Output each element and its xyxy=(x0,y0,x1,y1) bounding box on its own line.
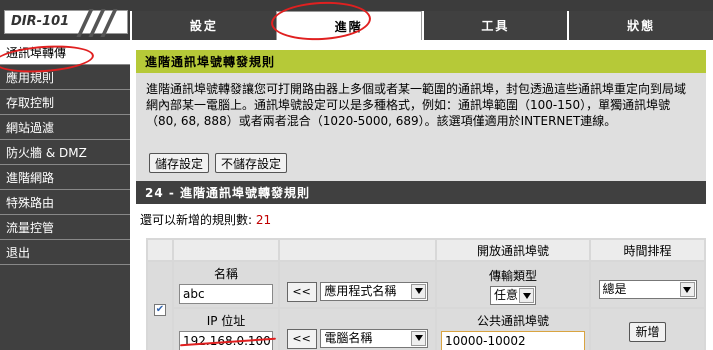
rules-table: 開放通訊埠號 時間排程 ✔ 名稱 abc << 應用程式名稱 傳輸類型 任意 總… xyxy=(146,238,706,350)
copy-app-button[interactable]: << xyxy=(286,281,317,302)
computer-name-select-value: 電腦名稱 xyxy=(324,330,373,345)
tab-label: 狀態 xyxy=(627,19,656,33)
main-tabs: 設定 進階 工具 狀態 xyxy=(130,11,713,40)
tab-label: 設定 xyxy=(189,19,218,33)
tab-setup[interactable]: 設定 xyxy=(130,11,276,40)
enable-cell: ✔ xyxy=(148,262,172,350)
remaining-rules-text: 還可以新增的規則數: 21 xyxy=(136,204,706,235)
public-port-input[interactable]: 10000-10002 xyxy=(441,331,585,350)
rules-list-panel: 24 - 進階通訊埠號轉發規則 還可以新增的規則數: 21 開放通訊埠號 時間排… xyxy=(136,181,706,350)
header-ports: 開放通訊埠號 xyxy=(437,240,589,260)
tab-advanced[interactable]: 進階 xyxy=(275,11,422,40)
description-text: 進階通訊埠號轉發讓您可打開路由器上多個或者某一範圍的通訊埠，封包透過這些通訊埠重… xyxy=(146,82,687,128)
add-button[interactable]: 新增 xyxy=(629,321,666,342)
chevron-down-icon xyxy=(411,330,427,346)
sidebar-item-port-forwarding[interactable]: 通訊埠轉傳 xyxy=(0,40,130,65)
name-label: 名稱 xyxy=(213,267,238,281)
public-port-label: 公共通訊埠號 xyxy=(476,314,549,328)
sidebar-item-access-control[interactable]: 存取控制 xyxy=(0,90,130,115)
app-select-cell: << 應用程式名稱 xyxy=(280,262,435,307)
application-name-select[interactable]: 應用程式名稱 xyxy=(320,281,429,301)
dont-save-button[interactable]: 不儲存設定 xyxy=(215,153,288,173)
protocol-select[interactable]: 任意 xyxy=(490,286,536,305)
table-row: IP 位址 192.168.0.100 << 電腦名稱 公共通訊埠號 10000… xyxy=(148,309,704,350)
enable-checkbox[interactable]: ✔ xyxy=(154,303,166,316)
button-row: 儲存設定 不儲存設定 xyxy=(149,153,288,173)
sidebar-item-website-filter[interactable]: 網站過濾 xyxy=(0,115,130,140)
header-schedule: 時間排程 xyxy=(591,240,704,260)
chevron-down-icon xyxy=(411,283,427,299)
protocol-select-value: 任意 xyxy=(494,288,519,302)
name-cell: 名稱 abc xyxy=(174,262,278,307)
header-cell xyxy=(280,240,435,260)
main-content: 進階通訊埠號轉發規則 進階通訊埠號轉發讓您可打開路由器上多個或者某一範圍的通訊埠… xyxy=(130,40,713,350)
sidebar-item-traffic-control[interactable]: 流量控管 xyxy=(0,215,130,240)
chevron-down-icon xyxy=(679,282,695,297)
top-bar: DIR-101 設定 進階 工具 狀態 xyxy=(0,0,713,40)
protocol-label: 傳輸類型 xyxy=(488,269,537,283)
remaining-rules-label: 還可以新增的規則數: xyxy=(140,213,256,227)
header-cell xyxy=(148,240,172,260)
sidebar-item-firewall-dmz[interactable]: 防火牆 & DMZ xyxy=(0,140,130,165)
application-name-select-value: 應用程式名稱 xyxy=(324,283,397,298)
copy-pc-button[interactable]: << xyxy=(286,328,317,349)
computer-name-select[interactable]: 電腦名稱 xyxy=(320,328,429,348)
name-input[interactable]: abc xyxy=(179,284,273,304)
add-cell: 新增 xyxy=(591,309,704,350)
table-row: ✔ 名稱 abc << 應用程式名稱 傳輸類型 任意 總是 xyxy=(148,262,704,350)
sidebar-item-application-rules[interactable]: 應用規則 xyxy=(0,65,130,90)
pc-select-cell: << 電腦名稱 xyxy=(280,309,435,350)
save-settings-button[interactable]: 儲存設定 xyxy=(149,153,210,173)
panel-title: 進階通訊埠號轉發規則 xyxy=(136,50,706,73)
protocol-cell: 傳輸類型 任意 xyxy=(437,262,589,307)
schedule-cell: 總是 xyxy=(591,262,704,307)
tab-tools[interactable]: 工具 xyxy=(421,11,568,40)
sidebar-item-routing[interactable]: 特殊路由 xyxy=(0,190,130,215)
panel-title: 24 - 進階通訊埠號轉發規則 xyxy=(136,181,706,204)
chevron-down-icon xyxy=(519,288,534,303)
sidebar: 通訊埠轉傳 應用規則 存取控制 網站過濾 防火牆 & DMZ 進階網路 特殊路由… xyxy=(0,40,130,350)
sidebar-item-advanced-network[interactable]: 進階網路 xyxy=(0,165,130,190)
public-port-cell: 公共通訊埠號 10000-10002 xyxy=(437,309,589,350)
sidebar-item-logout[interactable]: 退出 xyxy=(0,240,130,265)
logo: DIR-101 xyxy=(4,9,128,37)
ip-label: IP 位址 xyxy=(206,314,246,328)
logo-text: DIR-101 xyxy=(11,14,70,29)
tab-label: 工具 xyxy=(481,19,510,33)
header-cell xyxy=(174,240,278,260)
tab-label: 進階 xyxy=(334,19,363,34)
schedule-select-value: 總是 xyxy=(602,282,627,296)
tab-status[interactable]: 狀態 xyxy=(567,11,713,40)
table-header-row: 開放通訊埠號 時間排程 xyxy=(148,240,704,260)
schedule-select[interactable]: 總是 xyxy=(598,280,697,299)
remaining-rules-count: 21 xyxy=(255,213,272,227)
